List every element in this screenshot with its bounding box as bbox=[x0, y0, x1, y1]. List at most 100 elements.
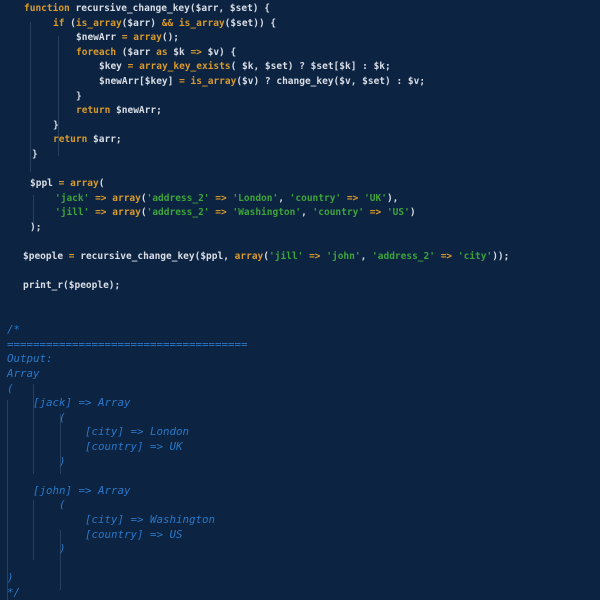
string-token: 'address_2' bbox=[146, 207, 210, 219]
keyword-token: array bbox=[70, 178, 99, 190]
keyword-token: function bbox=[24, 3, 70, 14]
code-line: 'jack' => array('address_2' => 'London',… bbox=[55, 191, 398, 206]
comment-line: ) bbox=[7, 454, 66, 468]
keyword-token: => bbox=[440, 251, 453, 263]
code-line: function recursive_change_key($arr, $set… bbox=[24, 1, 270, 16]
code-token: , bbox=[278, 192, 290, 204]
string-token: 'city' bbox=[457, 251, 493, 263]
code-line: return $arr; bbox=[53, 132, 122, 147]
code-token: ( $k, $set) ? $set[$k] : $k; bbox=[230, 61, 391, 73]
keyword-token: array bbox=[112, 207, 141, 219]
comment-line: ) bbox=[7, 571, 14, 585]
code-token: ( bbox=[64, 17, 76, 29]
code-line: print_r($people); bbox=[23, 278, 120, 293]
keyword-token: array bbox=[133, 32, 162, 44]
code-token: } bbox=[32, 149, 38, 160]
keyword-token: => bbox=[190, 46, 202, 58]
code-token: ( bbox=[98, 178, 105, 190]
code-token: $newArr bbox=[76, 32, 122, 44]
string-token: 'john' bbox=[326, 251, 361, 263]
code-line: $newArr = array(); bbox=[76, 30, 179, 45]
code-token: $people bbox=[23, 251, 69, 263]
comment-line: ( bbox=[7, 410, 66, 424]
comment-line: ===================================== bbox=[7, 337, 248, 351]
keyword-token: => bbox=[95, 207, 107, 219]
keyword-token: => bbox=[95, 192, 107, 204]
code-token: } bbox=[76, 90, 82, 102]
keyword-token: return bbox=[76, 105, 111, 117]
code-token: $newArr[$key] bbox=[99, 76, 180, 87]
code-line: } bbox=[76, 89, 82, 104]
code-line: } bbox=[53, 118, 59, 133]
string-token: 'jack' bbox=[55, 192, 90, 204]
string-token: 'jill' bbox=[55, 207, 90, 219]
code-line: return $newArr; bbox=[76, 103, 162, 118]
code-token: $k bbox=[167, 46, 191, 58]
code-token: , bbox=[360, 251, 373, 263]
keyword-token: return bbox=[53, 134, 88, 146]
keyword-token: array bbox=[112, 192, 141, 204]
code-token: ($arr) bbox=[121, 17, 162, 29]
comment-line: [city] => London bbox=[7, 425, 190, 439]
code-token: $arr; bbox=[87, 134, 122, 146]
code-line: $key = array_key_exists( $k, $set) ? $se… bbox=[99, 59, 391, 74]
code-token: ); bbox=[30, 222, 42, 233]
code-token: recursive_change_key($ppl, bbox=[74, 251, 235, 263]
code-line: 'jill' => array('address_2' => 'Washingt… bbox=[55, 205, 416, 220]
comment-line: [john] => Array bbox=[7, 483, 131, 497]
code-token: recursive_change_key($arr, $set) { bbox=[69, 3, 270, 14]
string-token: 'US' bbox=[386, 207, 410, 219]
keyword-token: as bbox=[156, 46, 168, 58]
keyword-token: array bbox=[234, 251, 264, 263]
code-token: (); bbox=[161, 32, 180, 44]
code-token: } bbox=[53, 119, 59, 131]
string-token: 'UK' bbox=[364, 192, 387, 204]
code-line: if (is_array($arr) && is_array($set)) { bbox=[53, 16, 276, 31]
code-token: print_r($people); bbox=[23, 280, 121, 292]
code-editor[interactable]: function recursive_change_key($arr, $set… bbox=[0, 0, 600, 600]
code-token: ) bbox=[409, 207, 416, 219]
keyword-token: => bbox=[369, 207, 382, 219]
keyword-token: is_array bbox=[190, 76, 237, 87]
comment-line: ) bbox=[7, 542, 66, 556]
indent-guide bbox=[30, 22, 31, 172]
comment-line: */ bbox=[7, 586, 21, 599]
code-token: $key bbox=[99, 61, 128, 73]
code-token: ($set)) { bbox=[224, 17, 277, 29]
keyword-token: && bbox=[161, 17, 174, 29]
code-token: $v) { bbox=[201, 46, 237, 58]
comment-line: [country] => UK bbox=[7, 440, 183, 453]
comment-line: [city] => Washington bbox=[7, 513, 216, 526]
code-line: foreach ($arr as $k => $v) { bbox=[76, 45, 236, 60]
code-line: $newArr[$key] = is_array($v) ? change_ke… bbox=[99, 74, 425, 89]
code-line: ); bbox=[30, 220, 41, 235]
keyword-token: array_key_exists bbox=[139, 61, 231, 73]
comment-line: Array bbox=[7, 367, 40, 380]
code-token: ), bbox=[386, 192, 399, 204]
code-token: ($v) ? change_key($v, $set) : $v; bbox=[236, 76, 426, 87]
keyword-token: is_array bbox=[178, 17, 225, 29]
comment-line: /* bbox=[7, 323, 21, 337]
code-token: )); bbox=[492, 251, 510, 263]
string-token: 'country' bbox=[312, 207, 365, 219]
keyword-token: if bbox=[53, 17, 65, 29]
keyword-token: => bbox=[215, 192, 227, 204]
comment-line: Output: bbox=[7, 352, 53, 366]
string-token: 'address_2' bbox=[146, 192, 210, 204]
code-line: $people = recursive_change_key($ppl, arr… bbox=[23, 249, 509, 264]
comment-line: [country] => US bbox=[7, 527, 183, 541]
keyword-token: => bbox=[309, 251, 321, 263]
string-token: 'Washington' bbox=[232, 207, 302, 219]
code-token: , bbox=[301, 207, 313, 219]
string-token: 'address_2' bbox=[372, 251, 435, 263]
keyword-token: foreach bbox=[76, 46, 117, 58]
comment-line: [jack] => Array bbox=[7, 396, 131, 410]
comment-line: ( bbox=[7, 381, 14, 395]
code-token: $newArr; bbox=[110, 105, 162, 117]
code-line: } bbox=[32, 147, 38, 162]
string-token: 'country' bbox=[289, 192, 342, 204]
string-token: 'jill' bbox=[269, 251, 304, 263]
string-token: 'London' bbox=[232, 192, 279, 204]
keyword-token: is_array bbox=[75, 17, 122, 29]
comment-line: ( bbox=[7, 498, 66, 512]
